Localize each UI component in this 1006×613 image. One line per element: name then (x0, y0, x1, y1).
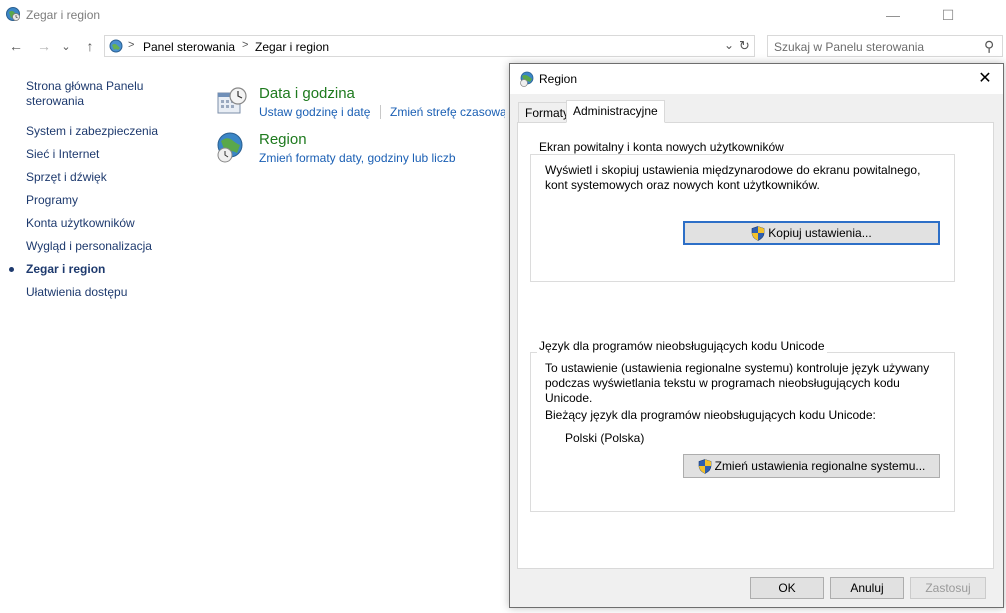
ok-button[interactable]: OK (750, 577, 824, 599)
category-title-date-time[interactable]: Data i godzina (259, 85, 355, 102)
unicode-description-2: podczas wyświetlania tekstu w programach… (545, 376, 900, 390)
nav-appearance-personalization[interactable]: Wygląd i personalizacja (26, 239, 152, 254)
nav-programs[interactable]: Programy (26, 193, 78, 208)
window-title: Zegar i region (26, 8, 101, 22)
welcome-screen-description-1: Wyświetl i skopiuj ustawienia międzynaro… (545, 163, 921, 177)
search-box[interactable]: ⚲ (767, 35, 1003, 57)
copy-settings-label: Kopiuj ustawienia... (768, 226, 872, 240)
minimize-icon: — (886, 7, 900, 23)
unicode-description-3: Unicode. (545, 391, 593, 405)
uac-shield-icon (751, 225, 765, 241)
cancel-button[interactable]: Anuluj (830, 577, 904, 599)
region-dialog: Region ✕ Formaty Administracyjne Ekran p… (509, 63, 1004, 608)
nav-control-panel-home[interactable]: Strona główna Panelu sterowania (26, 79, 143, 109)
back-arrow-icon: ← (9, 38, 23, 54)
current-language-label: Bieżący język dla programów nieobsługują… (545, 408, 876, 422)
date-time-icon (217, 87, 247, 114)
recent-locations-button[interactable]: ⌄ (59, 36, 73, 56)
refresh-icon[interactable]: ↻ (739, 38, 750, 54)
change-system-locale-button[interactable]: Zmień ustawienia regionalne systemu... (683, 454, 940, 478)
close-icon[interactable]: ✕ (975, 69, 995, 89)
link-divider (380, 105, 381, 119)
welcome-screen-description-2: kont systemowych oraz nowych kont użytko… (545, 178, 820, 192)
up-button[interactable]: ↑ (80, 36, 100, 56)
nav-clock-region[interactable]: Zegar i region (26, 262, 105, 277)
maximize-button[interactable]: ☐ (925, 0, 971, 30)
clock-globe-icon (6, 7, 20, 21)
search-input[interactable] (774, 39, 974, 54)
category-title-region[interactable]: Region (259, 131, 307, 148)
search-icon[interactable]: ⚲ (984, 38, 994, 55)
address-dropdown-icon[interactable]: ⌄ (724, 38, 734, 52)
unicode-language-legend: Język dla programów nieobsługujących kod… (537, 339, 827, 353)
breadcrumb-separator: > (242, 39, 249, 51)
nav-system-security[interactable]: System i zabezpieczenia (26, 124, 158, 139)
apply-button[interactable]: Zastosuj (910, 577, 986, 599)
title-bar: Zegar i region — ☐ (0, 0, 1006, 30)
back-button[interactable]: ← (6, 36, 26, 56)
breadcrumb-separator: > (128, 39, 135, 51)
link-set-date-time[interactable]: Ustaw godzinę i datę (259, 105, 370, 119)
nav-ease-of-access[interactable]: Ułatwienia dostępu (26, 285, 127, 300)
uac-shield-icon (698, 458, 711, 474)
nav-user-accounts[interactable]: Konta użytkowników (26, 216, 135, 231)
forward-arrow-icon: → (37, 38, 51, 54)
dialog-title: Region (539, 72, 578, 86)
link-change-formats[interactable]: Zmień formaty daty, godziny lub liczb (259, 151, 456, 165)
up-arrow-icon: ↑ (86, 38, 94, 54)
tab-administrative[interactable]: Administracyjne (566, 100, 665, 123)
nav-hardware-sound[interactable]: Sprzęt i dźwięk (26, 170, 107, 185)
minimize-button[interactable]: — (870, 0, 916, 30)
current-language-value: Polski (Polska) (565, 431, 645, 445)
address-bar[interactable]: > Panel sterowania > Zegar i region ⌄ ↻ (104, 35, 755, 57)
breadcrumb-clock-region[interactable]: Zegar i region (255, 40, 329, 54)
administrative-tab-panel: Ekran powitalny i konta nowych użytkowni… (517, 122, 994, 569)
nav-network-internet[interactable]: Sieć i Internet (26, 147, 99, 162)
active-item-bullet (9, 267, 14, 272)
forward-button[interactable]: → (34, 36, 54, 56)
maximize-icon: ☐ (941, 6, 955, 23)
chevron-down-icon: ⌄ (61, 40, 71, 53)
copy-settings-button[interactable]: Kopiuj ustawienia... (683, 221, 940, 245)
control-panel-icon (109, 39, 123, 53)
change-system-locale-label: Zmień ustawienia regionalne systemu... (714, 459, 926, 473)
unicode-description-1: To ustawienie (ustawienia regionalne sys… (545, 361, 930, 375)
dialog-title-bar: Region ✕ (510, 64, 1003, 94)
welcome-screen-legend: Ekran powitalny i konta nowych użytkowni… (537, 140, 786, 154)
breadcrumb-control-panel[interactable]: Panel sterowania (143, 40, 235, 54)
link-change-time-zone[interactable]: Zmień strefę czasową (390, 105, 505, 119)
region-globe-icon (520, 71, 534, 87)
region-globe-icon (217, 132, 243, 163)
